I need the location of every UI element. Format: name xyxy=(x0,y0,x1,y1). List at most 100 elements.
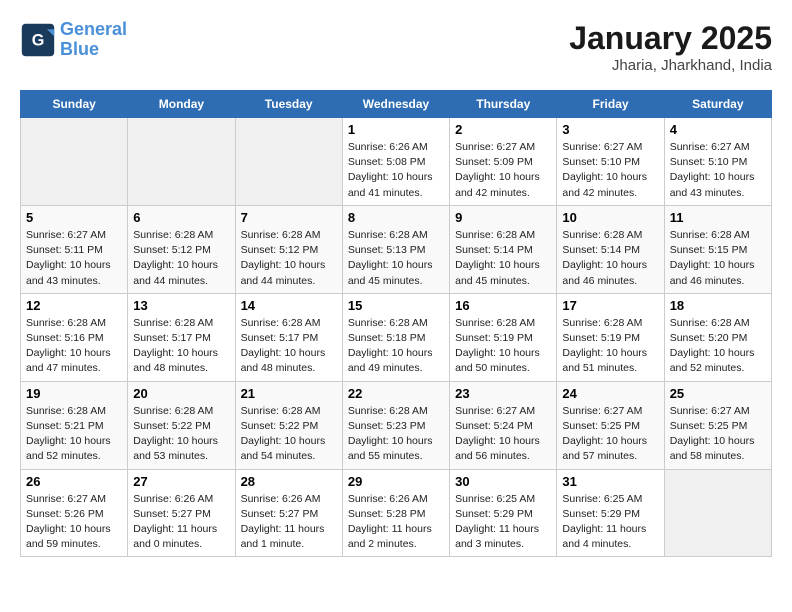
day-number: 2 xyxy=(455,122,551,137)
page-header: G General Blue January 2025 Jharia, Jhar… xyxy=(20,20,772,74)
day-info: Sunrise: 6:27 AM Sunset: 5:09 PM Dayligh… xyxy=(455,140,551,201)
day-info: Sunrise: 6:27 AM Sunset: 5:24 PM Dayligh… xyxy=(455,404,551,465)
day-cell: 17Sunrise: 6:28 AM Sunset: 5:19 PM Dayli… xyxy=(557,293,664,381)
day-number: 5 xyxy=(26,210,122,225)
day-cell xyxy=(128,118,235,206)
day-info: Sunrise: 6:28 AM Sunset: 5:22 PM Dayligh… xyxy=(241,404,337,465)
day-info: Sunrise: 6:25 AM Sunset: 5:29 PM Dayligh… xyxy=(455,492,551,553)
day-info: Sunrise: 6:28 AM Sunset: 5:14 PM Dayligh… xyxy=(455,228,551,289)
calendar-body: 1 Sunrise: 6:26 AM Sunset: 5:08 PM Daylig… xyxy=(21,118,772,557)
day-info: Sunrise: 6:26 AM Sunset: 5:08 PM Dayligh… xyxy=(348,140,444,201)
day-info: Sunrise: 6:27 AM Sunset: 5:25 PM Dayligh… xyxy=(670,404,766,465)
day-info: Sunrise: 6:26 AM Sunset: 5:28 PM Dayligh… xyxy=(348,492,444,553)
day-number: 8 xyxy=(348,210,444,225)
weekday-header-wednesday: Wednesday xyxy=(342,91,449,118)
day-number: 31 xyxy=(562,474,658,489)
logo-icon: G xyxy=(20,22,56,58)
day-info: Sunrise: 6:27 AM Sunset: 5:10 PM Dayligh… xyxy=(670,140,766,201)
svg-text:G: G xyxy=(32,31,45,49)
calendar-table: SundayMondayTuesdayWednesdayThursdayFrid… xyxy=(20,90,772,557)
logo: G General Blue xyxy=(20,20,127,60)
day-info: Sunrise: 6:27 AM Sunset: 5:10 PM Dayligh… xyxy=(562,140,658,201)
day-info: Sunrise: 6:28 AM Sunset: 5:16 PM Dayligh… xyxy=(26,316,122,377)
week-row-1: 1 Sunrise: 6:26 AM Sunset: 5:08 PM Daylig… xyxy=(21,118,772,206)
day-number: 11 xyxy=(670,210,766,225)
day-info: Sunrise: 6:28 AM Sunset: 5:20 PM Dayligh… xyxy=(670,316,766,377)
day-cell: 23 Sunrise: 6:27 AM Sunset: 5:24 PM Dayli… xyxy=(450,381,557,469)
day-number: 26 xyxy=(26,474,122,489)
day-cell: 1 Sunrise: 6:26 AM Sunset: 5:08 PM Daylig… xyxy=(342,118,449,206)
day-info: Sunrise: 6:28 AM Sunset: 5:22 PM Dayligh… xyxy=(133,404,229,465)
day-cell: 24Sunrise: 6:27 AM Sunset: 5:25 PM Dayli… xyxy=(557,381,664,469)
day-cell: 3Sunrise: 6:27 AM Sunset: 5:10 PM Daylig… xyxy=(557,118,664,206)
day-info: Sunrise: 6:27 AM Sunset: 5:25 PM Dayligh… xyxy=(562,404,658,465)
day-cell: 5 Sunrise: 6:27 AM Sunset: 5:11 PM Daylig… xyxy=(21,205,128,293)
day-cell: 7Sunrise: 6:28 AM Sunset: 5:12 PM Daylig… xyxy=(235,205,342,293)
day-cell: 15 Sunrise: 6:28 AM Sunset: 5:18 PM Dayli… xyxy=(342,293,449,381)
day-number: 15 xyxy=(348,298,444,313)
day-cell: 31Sunrise: 6:25 AM Sunset: 5:29 PM Dayli… xyxy=(557,469,664,557)
day-cell: 29 Sunrise: 6:26 AM Sunset: 5:28 PM Dayli… xyxy=(342,469,449,557)
day-number: 9 xyxy=(455,210,551,225)
day-cell: 10 Sunrise: 6:28 AM Sunset: 5:14 PM Dayli… xyxy=(557,205,664,293)
day-cell: 2 Sunrise: 6:27 AM Sunset: 5:09 PM Daylig… xyxy=(450,118,557,206)
day-cell: 13Sunrise: 6:28 AM Sunset: 5:17 PM Dayli… xyxy=(128,293,235,381)
day-cell: 11 Sunrise: 6:28 AM Sunset: 5:15 PM Dayli… xyxy=(664,205,771,293)
day-number: 27 xyxy=(133,474,229,489)
day-number: 25 xyxy=(670,386,766,401)
day-cell: 19Sunrise: 6:28 AM Sunset: 5:21 PM Dayli… xyxy=(21,381,128,469)
weekday-header-sunday: Sunday xyxy=(21,91,128,118)
day-cell: 20Sunrise: 6:28 AM Sunset: 5:22 PM Dayli… xyxy=(128,381,235,469)
day-cell: 12 Sunrise: 6:28 AM Sunset: 5:16 PM Dayli… xyxy=(21,293,128,381)
day-cell: 14 Sunrise: 6:28 AM Sunset: 5:17 PM Dayli… xyxy=(235,293,342,381)
calendar-title: January 2025 xyxy=(569,20,772,57)
day-number: 29 xyxy=(348,474,444,489)
day-number: 14 xyxy=(241,298,337,313)
week-row-5: 26 Sunrise: 6:27 AM Sunset: 5:26 PM Dayli… xyxy=(21,469,772,557)
day-number: 21 xyxy=(241,386,337,401)
day-info: Sunrise: 6:28 AM Sunset: 5:17 PM Dayligh… xyxy=(241,316,337,377)
day-info: Sunrise: 6:28 AM Sunset: 5:14 PM Dayligh… xyxy=(562,228,658,289)
day-number: 12 xyxy=(26,298,122,313)
day-number: 1 xyxy=(348,122,444,137)
day-info: Sunrise: 6:28 AM Sunset: 5:15 PM Dayligh… xyxy=(670,228,766,289)
day-number: 22 xyxy=(348,386,444,401)
day-info: Sunrise: 6:27 AM Sunset: 5:26 PM Dayligh… xyxy=(26,492,122,553)
day-cell: 21 Sunrise: 6:28 AM Sunset: 5:22 PM Dayli… xyxy=(235,381,342,469)
day-info: Sunrise: 6:28 AM Sunset: 5:17 PM Dayligh… xyxy=(133,316,229,377)
day-number: 28 xyxy=(241,474,337,489)
calendar-header: SundayMondayTuesdayWednesdayThursdayFrid… xyxy=(21,91,772,118)
weekday-header-tuesday: Tuesday xyxy=(235,91,342,118)
day-info: Sunrise: 6:28 AM Sunset: 5:18 PM Dayligh… xyxy=(348,316,444,377)
weekday-row: SundayMondayTuesdayWednesdayThursdayFrid… xyxy=(21,91,772,118)
day-number: 10 xyxy=(562,210,658,225)
day-cell: 9 Sunrise: 6:28 AM Sunset: 5:14 PM Daylig… xyxy=(450,205,557,293)
logo-line1: General xyxy=(60,19,127,39)
day-number: 4 xyxy=(670,122,766,137)
day-info: Sunrise: 6:28 AM Sunset: 5:12 PM Dayligh… xyxy=(241,228,337,289)
day-info: Sunrise: 6:26 AM Sunset: 5:27 PM Dayligh… xyxy=(133,492,229,553)
day-info: Sunrise: 6:28 AM Sunset: 5:13 PM Dayligh… xyxy=(348,228,444,289)
weekday-header-friday: Friday xyxy=(557,91,664,118)
day-number: 23 xyxy=(455,386,551,401)
day-cell: 27 Sunrise: 6:26 AM Sunset: 5:27 PM Dayli… xyxy=(128,469,235,557)
weekday-header-saturday: Saturday xyxy=(664,91,771,118)
day-info: Sunrise: 6:28 AM Sunset: 5:19 PM Dayligh… xyxy=(455,316,551,377)
day-cell: 4 Sunrise: 6:27 AM Sunset: 5:10 PM Daylig… xyxy=(664,118,771,206)
day-number: 17 xyxy=(562,298,658,313)
week-row-2: 5 Sunrise: 6:27 AM Sunset: 5:11 PM Daylig… xyxy=(21,205,772,293)
day-cell: 8 Sunrise: 6:28 AM Sunset: 5:13 PM Daylig… xyxy=(342,205,449,293)
day-info: Sunrise: 6:26 AM Sunset: 5:27 PM Dayligh… xyxy=(241,492,337,553)
week-row-4: 19Sunrise: 6:28 AM Sunset: 5:21 PM Dayli… xyxy=(21,381,772,469)
logo-line2: Blue xyxy=(60,39,99,59)
day-cell: 26 Sunrise: 6:27 AM Sunset: 5:26 PM Dayli… xyxy=(21,469,128,557)
title-block: January 2025 Jharia, Jharkhand, India xyxy=(569,20,772,74)
day-number: 19 xyxy=(26,386,122,401)
day-cell: 22Sunrise: 6:28 AM Sunset: 5:23 PM Dayli… xyxy=(342,381,449,469)
day-info: Sunrise: 6:27 AM Sunset: 5:11 PM Dayligh… xyxy=(26,228,122,289)
week-row-3: 12 Sunrise: 6:28 AM Sunset: 5:16 PM Dayli… xyxy=(21,293,772,381)
day-cell xyxy=(664,469,771,557)
calendar-subtitle: Jharia, Jharkhand, India xyxy=(569,57,772,74)
day-cell: 16 Sunrise: 6:28 AM Sunset: 5:19 PM Dayli… xyxy=(450,293,557,381)
day-number: 16 xyxy=(455,298,551,313)
